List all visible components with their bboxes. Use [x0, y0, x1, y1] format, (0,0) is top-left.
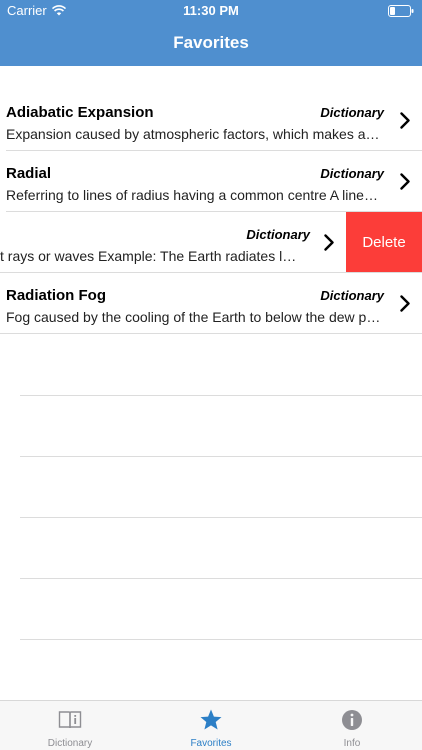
tab-label: Info: [343, 738, 361, 749]
tab-label: Dictionary: [47, 738, 93, 749]
tab-dictionary[interactable]: Dictionary: [0, 701, 140, 750]
info-icon: [342, 710, 362, 730]
item-description: t rays or waves Example: The Earth radia…: [0, 248, 298, 264]
item-title: Radial: [6, 165, 52, 182]
empty-row-divider: [20, 517, 422, 518]
battery-icon: [388, 5, 414, 17]
row-divider: [0, 333, 422, 334]
item-title: Radiation Fog: [6, 287, 106, 304]
swiped-row-content[interactable]: Dictionary t rays or waves Example: The …: [0, 212, 346, 273]
item-source: Dictionary: [320, 105, 384, 120]
tab-label: Favorites: [190, 738, 232, 749]
chevron-right-icon: [400, 112, 410, 129]
list-item[interactable]: Radial Dictionary Referring to lines of …: [0, 151, 422, 212]
star-icon: [200, 709, 222, 730]
page-title: Favorites: [173, 33, 249, 52]
item-description: Expansion caused by atmospheric factors,…: [6, 126, 380, 142]
item-description: Referring to lines of radius having a co…: [6, 187, 378, 203]
delete-button[interactable]: Delete: [346, 212, 422, 273]
item-description: Fog caused by the cooling of the Earth t…: [6, 309, 381, 325]
list-item-swiped[interactable]: Dictionary t rays or waves Example: The …: [0, 212, 422, 273]
item-source: Dictionary: [320, 288, 384, 303]
list-item[interactable]: Radiation Fog Dictionary Fog caused by t…: [0, 273, 422, 334]
navigation-header: Carrier 11:30 PM Favorites: [0, 0, 422, 66]
item-source: Dictionary: [320, 166, 384, 181]
status-bar: Carrier 11:30 PM: [0, 0, 422, 22]
empty-row-divider: [20, 456, 422, 457]
item-title: Adiabatic Expansion: [6, 104, 154, 121]
empty-row-divider: [20, 395, 422, 396]
chevron-right-icon: [324, 234, 334, 251]
tab-bar: Dictionary Favorites Info: [0, 700, 422, 750]
chevron-right-icon: [400, 173, 410, 190]
status-time: 11:30 PM: [183, 3, 239, 18]
empty-row-divider: [20, 639, 422, 640]
item-source: Dictionary: [246, 227, 310, 242]
tab-favorites[interactable]: Favorites: [141, 701, 281, 750]
list-item[interactable]: Adiabatic Expansion Dictionary Expansion…: [0, 90, 422, 151]
favorites-list: Adiabatic Expansion Dictionary Expansion…: [0, 66, 422, 700]
chevron-right-icon: [400, 295, 410, 312]
tab-info[interactable]: Info: [282, 701, 422, 750]
empty-row-divider: [20, 578, 422, 579]
book-icon: [58, 711, 82, 729]
